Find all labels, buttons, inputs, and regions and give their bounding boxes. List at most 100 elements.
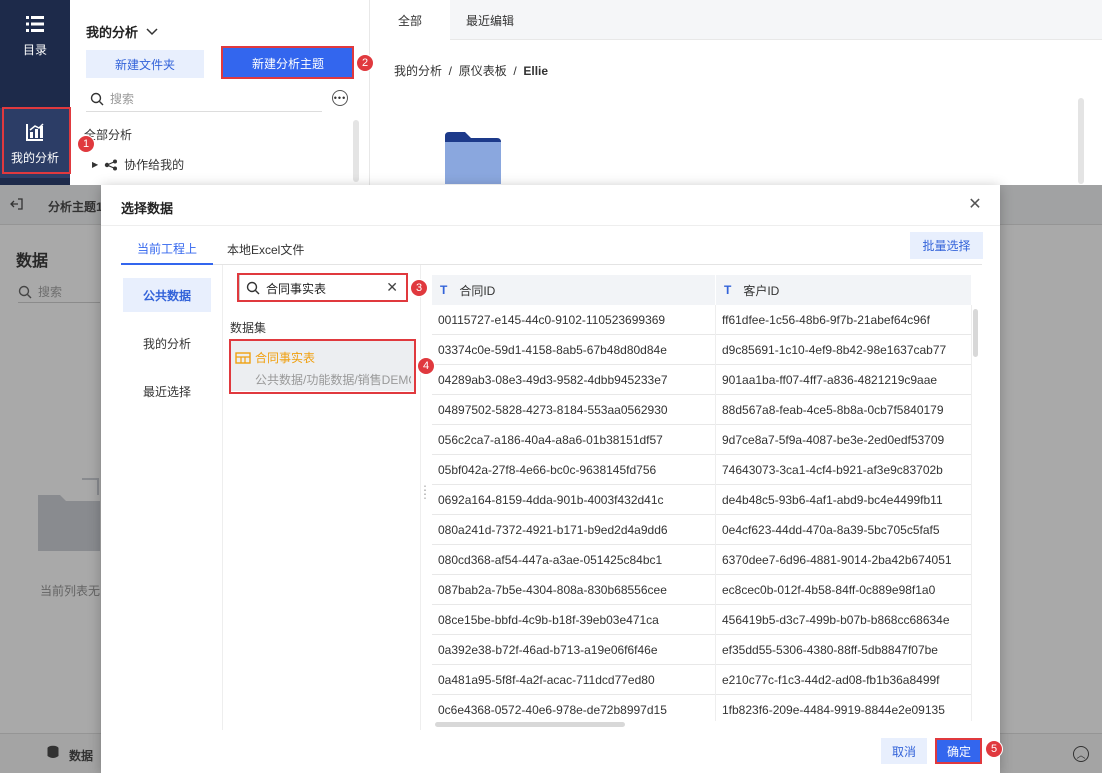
text-type-icon: T [724,283,732,297]
table-cell: 0692a164-8159-4dda-901b-4003f432d41c [432,485,716,515]
annotation-badge: 5 [985,740,1003,758]
tab-recent[interactable]: 最近编辑 [466,0,514,40]
analysis-panel: 我的分析 新建文件夹 新建分析主题 搜索 ••• 全部分析 ▶ 协作给我的 [70,0,370,185]
table-row[interactable]: 087bab2a-7b5e-4304-808a-830b68556cee ec8c… [432,575,972,605]
table-cell: 456419b5-d3c7-499b-b07b-b868cc68634e [716,605,972,635]
folder-icon[interactable] [445,132,501,184]
expand-caret-icon[interactable]: ▶ [92,160,98,169]
annotation-frame [935,738,982,764]
table-cell: 901aa1ba-ff07-4ff7-a836-4821219c9aae [716,365,972,395]
preview-table: T 合同ID T 客户ID 00115727-e145-44c0-9102-1105… [432,275,972,721]
new-folder-button[interactable]: 新建文件夹 [86,50,204,78]
table-cell: 0a392e38-b72f-46ad-b713-a19e06f6f46e [432,635,716,665]
resize-handle[interactable]: ⋮ ⋮ [419,484,431,500]
table-row[interactable]: 08ce15be-bbfd-4c9b-b18f-39eb03e471ca 4564… [432,605,972,635]
table-cell: 080cd368-af54-447a-a3ae-051425c84bc1 [432,545,716,575]
table-row[interactable]: 04897502-5828-4273-8184-553aa0562930 88d5… [432,395,972,425]
main-tabs: 全部 最近编辑 [370,0,1102,40]
table-row[interactable]: 080cd368-af54-447a-a3ae-051425c84bc1 6370… [432,545,972,575]
breadcrumb-current: Ellie [523,64,549,78]
select-data-dialog: 选择数据 ✕ 当前工程上 本地Excel文件 批量选择 公共数据 我的分析 最近… [101,185,1000,773]
annotation-badge: 1 [77,135,95,153]
column-header[interactable]: T 客户ID [716,275,972,305]
table-header: T 合同ID T 客户ID [432,275,972,305]
table-cell: 9d7ce8a7-5f9a-4087-be3e-2ed0edf53709 [716,425,972,455]
nav-catalog[interactable]: 目录 [0,0,70,70]
breadcrumb-item[interactable]: 我的分析 [394,64,442,78]
table-cell: 056c2ca7-a186-40a4-a8a6-01b38151df57 [432,425,716,455]
annotation-badge: 4 [417,357,435,375]
tree-shared-with-me[interactable]: ▶ 协作给我的 [92,156,184,173]
table-cell: 1fb823f6-209e-4484-9919-8844e2e09135 [716,695,972,721]
text-type-icon: T [440,283,448,297]
list-icon [26,15,44,32]
table-body: 00115727-e145-44c0-9102-110523699369 ff61… [432,305,972,721]
table-row[interactable]: 04289ab3-08e3-49d3-9582-4dbb945233e7 901a… [432,365,972,395]
annotation-frame [2,107,71,174]
table-row[interactable]: 0c6e4368-0572-40e6-978e-de72b8997d15 1fb8… [432,695,972,721]
tab-local-excel[interactable]: 本地Excel文件 [227,233,304,265]
table-row[interactable]: 03374c0e-59d1-4158-8ab5-67b48d80d84e d9c8… [432,335,972,365]
table-cell: 04289ab3-08e3-49d3-9582-4dbb945233e7 [432,365,716,395]
table-row[interactable]: 0692a164-8159-4dda-901b-4003f432d41c de4b… [432,485,972,515]
share-icon [104,159,118,170]
annotation-badge: 2 [356,54,374,72]
table-cell: 74643073-3ca1-4cf4-b921-af3e9c83702b [716,455,972,485]
table-row[interactable]: 056c2ca7-a186-40a4-a8a6-01b38151df57 9d7c… [432,425,972,455]
category-public-data[interactable]: 公共数据 [123,278,211,312]
table-vertical-scrollbar[interactable] [973,309,978,357]
table-cell: ff61dfee-1c56-48b6-9f7b-21abef64c96f [716,305,972,335]
dataset-section-label: 数据集 [230,321,267,335]
tab-current-project[interactable]: 当前工程上 [121,233,213,265]
panel-scrollbar[interactable] [353,120,359,182]
table-cell: 88d567a8-feab-4ce5-8b8a-0cb7f5840179 [716,395,972,425]
table-cell: ec8cec0b-012f-4b58-84ff-0c889e98f1a0 [716,575,972,605]
table-cell: 00115727-e145-44c0-9102-110523699369 [432,305,716,335]
panel-title[interactable]: 我的分析 [86,22,158,41]
panel-search-input[interactable]: 搜索 [86,86,322,112]
dialog-tabs: 当前工程上 本地Excel文件 [121,233,982,265]
table-horizontal-scrollbar[interactable] [435,722,625,727]
dialog-title: 选择数据 [121,201,174,216]
table-cell: de4b48c5-93b6-4af1-abd9-bc4e4499fb11 [716,485,972,515]
breadcrumb: 我的分析 / 原仪表板 / Ellie [394,64,549,78]
annotation-frame [221,46,354,79]
table-cell: 0a481a95-5f8f-4a2f-acac-711dcd77ed80 [432,665,716,695]
column-header[interactable]: T 合同ID [432,275,716,305]
more-options-icon[interactable]: ••• [332,90,348,106]
table-cell: 0c6e4368-0572-40e6-978e-de72b8997d15 [432,695,716,721]
table-row[interactable]: 0a392e38-b72f-46ad-b713-a19e06f6f46e ef35… [432,635,972,665]
breadcrumb-item[interactable]: 原仪表板 [459,64,507,78]
category-recent[interactable]: 最近选择 [123,374,211,408]
divider [101,225,1000,226]
annotation-frame [229,339,416,394]
table-cell: 087bab2a-7b5e-4304-808a-830b68556cee [432,575,716,605]
annotation-frame [237,273,408,302]
table-cell: ef35dd55-5306-4380-88ff-5db8847f07be [716,635,972,665]
table-cell: 6370dee7-6d96-4881-9014-2ba42b674051 [716,545,972,575]
table-row[interactable]: 05bf042a-27f8-4e66-bc0c-9638145fd756 7464… [432,455,972,485]
table-row[interactable]: 00115727-e145-44c0-9102-110523699369 ff61… [432,305,972,335]
table-cell: e210c77c-f1c3-44d2-ad08-fb1b36a8499f [716,665,972,695]
close-icon[interactable]: ✕ [967,197,983,213]
batch-select-button[interactable]: 批量选择 [910,232,983,259]
table-cell: 04897502-5828-4273-8184-553aa0562930 [432,395,716,425]
table-row[interactable]: 080a241d-7372-4921-b171-b9ed2d4a9dd6 0e4c… [432,515,972,545]
nav-catalog-label: 目录 [22,42,47,57]
search-icon [90,92,104,105]
category-my-analysis[interactable]: 我的分析 [123,326,211,360]
table-cell: 0e4cf623-44dd-470a-8a39-5bc705c5faf5 [716,515,972,545]
cancel-button[interactable]: 取消 [881,738,927,764]
dataset-list: 合同事实表 ✕ 数据集 合同事实表 公共数据/功能数据/销售DEMO [223,265,421,730]
main-scrollbar[interactable] [1078,98,1084,184]
table-cell: d9c85691-1c10-4ef9-8b42-98e1637cab77 [716,335,972,365]
tab-all[interactable]: 全部 [370,0,450,40]
table-cell: 05bf042a-27f8-4e66-bc0c-9638145fd756 [432,455,716,485]
annotation-badge: 3 [410,279,428,297]
table-cell: 08ce15be-bbfd-4c9b-b18f-39eb03e471ca [432,605,716,635]
category-list: 公共数据 我的分析 最近选择 [121,265,223,730]
table-cell: 080a241d-7372-4921-b171-b9ed2d4a9dd6 [432,515,716,545]
chevron-down-icon [146,27,158,35]
table-row[interactable]: 0a481a95-5f8f-4a2f-acac-711dcd77ed80 e210… [432,665,972,695]
table-cell: 03374c0e-59d1-4158-8ab5-67b48d80d84e [432,335,716,365]
